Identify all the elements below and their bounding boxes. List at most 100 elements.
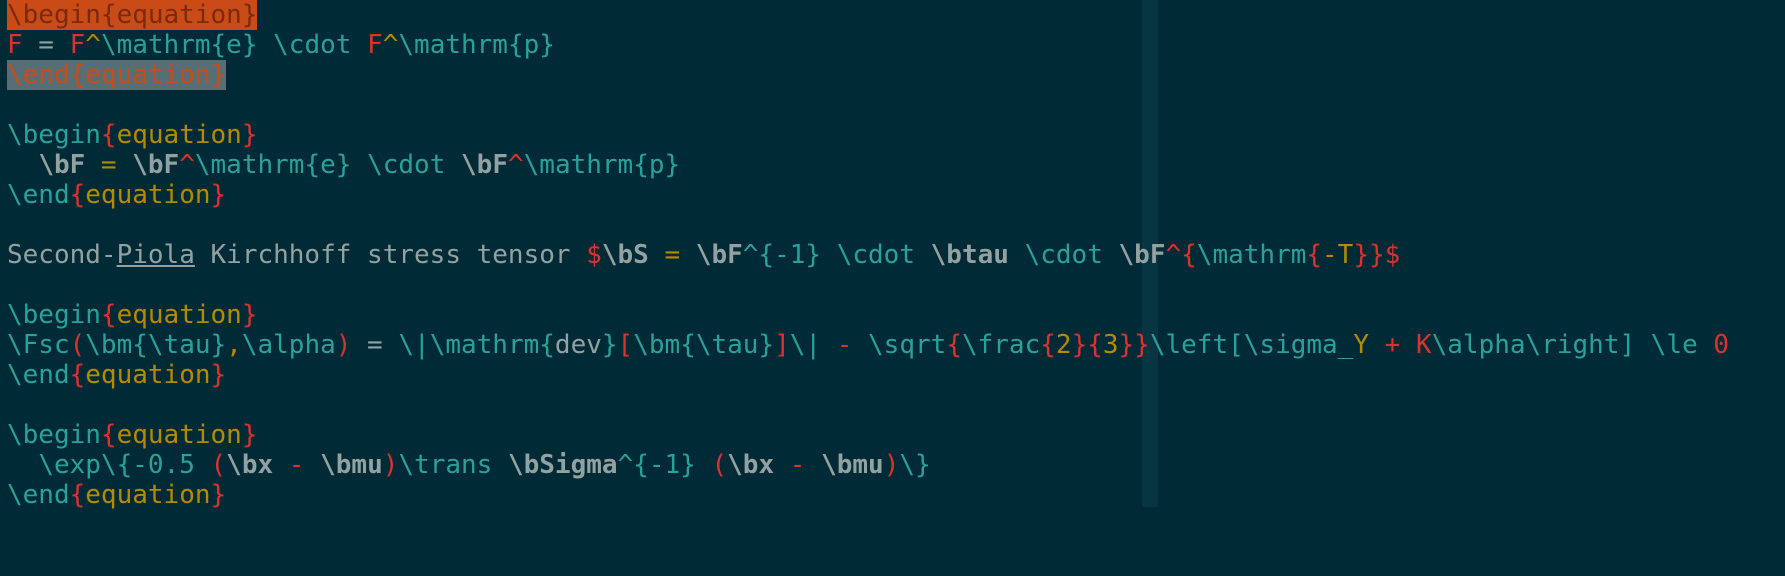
code-token: \bF — [38, 150, 86, 180]
code-line[interactable]: \exp\{-0.5 (\bx - \bmu)\trans \bSigma^{-… — [7, 450, 1729, 480]
code-token: { — [946, 330, 962, 360]
code-line[interactable]: \end{equation} — [7, 180, 1729, 210]
code-token: 2 — [1055, 330, 1072, 360]
code-token: { — [100, 420, 117, 450]
code-token: { — [1181, 240, 1197, 270]
code-token: } — [241, 120, 258, 150]
code-token: -T — [1322, 240, 1354, 270]
code-line[interactable] — [7, 90, 1729, 120]
code-line[interactable] — [7, 210, 1729, 240]
code-line[interactable] — [7, 390, 1729, 420]
code-line[interactable]: \begin{equation} — [7, 420, 1729, 450]
code-token: \end — [7, 180, 70, 210]
selected-text: \end{equation} — [7, 60, 227, 90]
code-token: \le — [1650, 330, 1698, 360]
code-token: \begin — [7, 120, 101, 150]
code-token: \begin — [7, 300, 101, 330]
code-token: Kirchhoff stress tensor — [194, 240, 587, 270]
code-token: $ — [1384, 240, 1401, 270]
text-editor[interactable]: \begin{equation} F = F^\mathrm{e} \cdot F… — [0, 0, 1785, 576]
cursor-selection: \begin{equation} — [7, 0, 258, 30]
code-line[interactable] — [7, 270, 1729, 300]
code-token: \right] — [1525, 330, 1636, 360]
code-token: - — [774, 450, 822, 480]
code-token: \{-0.5 — [100, 450, 211, 480]
code-token: \end — [7, 480, 70, 510]
code-token: 0 — [1697, 330, 1730, 360]
code-token: { — [69, 360, 86, 390]
code-token: dev — [554, 330, 602, 360]
code-token: equation — [85, 480, 211, 510]
code-token: \bm{\tau} — [633, 330, 775, 360]
code-token: }} — [1353, 240, 1385, 270]
code-token: ( — [210, 450, 227, 480]
code-token: \mathrm — [1196, 240, 1307, 270]
code-token: { — [1040, 330, 1056, 360]
code-line[interactable]: \begin{equation} — [7, 0, 1729, 30]
code-token: \cdot — [1024, 240, 1103, 270]
code-line[interactable]: \end{equation} — [7, 480, 1729, 510]
code-token: \bm{\tau} — [85, 330, 227, 360]
code-token: { — [69, 480, 86, 510]
code-token: [ — [617, 330, 634, 360]
code-token: \bS — [601, 240, 649, 270]
code-token: equation — [116, 120, 242, 150]
code-line[interactable]: Second-Piola Kirchhoff stress tensor $\b… — [7, 240, 1729, 270]
code-token: } — [210, 480, 227, 510]
code-token: $ — [586, 240, 602, 270]
code-token: \mathrm — [523, 150, 634, 180]
code-token: K — [1415, 330, 1432, 360]
code-token: \mathrm — [398, 30, 508, 60]
code-token: \btau — [930, 240, 1009, 270]
code-token: Piola — [116, 240, 195, 270]
code-token: ] — [774, 330, 790, 360]
code-token: { — [100, 300, 117, 330]
code-token: \bx — [226, 450, 274, 480]
code-token: - — [821, 330, 869, 360]
code-line[interactable]: F = F^\mathrm{e} \cdot F^\mathrm{p} — [7, 30, 1729, 60]
code-token: \end — [7, 360, 70, 390]
code-token: } — [601, 330, 618, 360]
code-token: \mathrm — [194, 150, 305, 180]
code-token: {e} — [210, 30, 258, 60]
code-token: } — [210, 360, 227, 390]
code-token: }{ — [1071, 330, 1103, 360]
code-token: \bF — [1118, 240, 1166, 270]
code-token: Y — [1353, 330, 1369, 360]
editor-buffer[interactable]: \begin{equation} F = F^\mathrm{e} \cdot F… — [7, 0, 1729, 510]
code-token: \mathrm — [429, 330, 540, 360]
code-token: - — [273, 450, 321, 480]
code-token: \cdot — [367, 150, 446, 180]
code-line[interactable]: \end{equation} — [7, 60, 1729, 90]
code-token: {e} — [304, 150, 352, 180]
code-token: ) — [382, 450, 399, 480]
code-token: \cdot — [273, 30, 352, 60]
code-token: ^{-1} — [742, 240, 822, 270]
code-token: \bF — [695, 240, 743, 270]
code-line[interactable]: \begin{equation} — [7, 300, 1729, 330]
code-token: ^ — [179, 150, 195, 180]
code-token: \frac — [961, 330, 1041, 360]
code-token: = — [351, 330, 399, 360]
code-line[interactable]: \bF = \bF^\mathrm{e} \cdot \bF^\mathrm{p… — [7, 150, 1729, 180]
code-token: }} — [1118, 330, 1150, 360]
code-token: \Fsc — [7, 330, 70, 360]
code-token: \sqrt — [868, 330, 947, 360]
code-line[interactable]: \begin{equation} — [7, 120, 1729, 150]
code-line[interactable]: \Fsc(\bm{\tau},\alpha) = \|\mathrm{dev}[… — [7, 330, 1729, 360]
code-token: { — [100, 120, 117, 150]
code-token: \| — [789, 330, 822, 360]
code-token: {p} — [633, 150, 681, 180]
code-line[interactable]: \end{equation} — [7, 360, 1729, 390]
code-token: \bx — [727, 450, 775, 480]
